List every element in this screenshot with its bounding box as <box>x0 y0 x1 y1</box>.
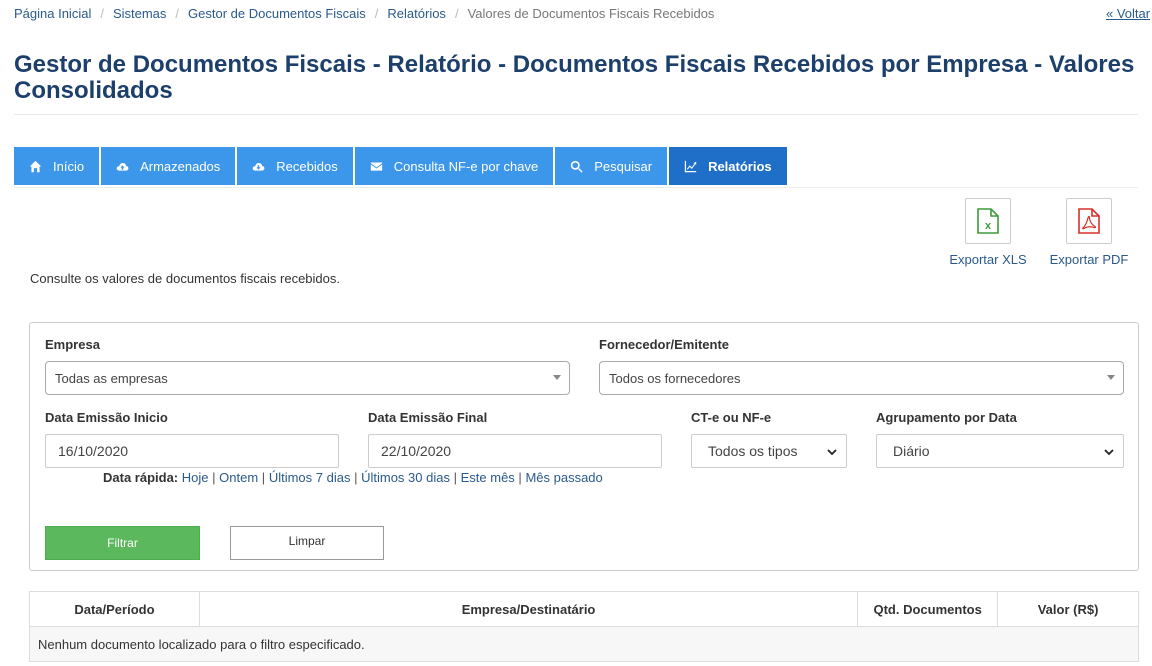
tipo-select-value: Todos os tipos <box>708 443 798 459</box>
export-pdf-label: Exportar PDF <box>1049 252 1129 267</box>
breadcrumb-separator: / <box>374 6 379 21</box>
fornecedor-label: Fornecedor/Emitente <box>599 337 730 352</box>
intro-text: Consulte os valores de documentos fiscai… <box>30 271 340 286</box>
filter-panel: Empresa Todas as empresas Fornecedor/Emi… <box>29 322 1139 571</box>
empresa-select-value: Todas as empresas <box>55 370 168 386</box>
quick-date-separator: | <box>453 470 457 485</box>
data-inicio-input[interactable]: 16/10/2020 <box>45 434 339 468</box>
quick-date-separator: | <box>518 470 522 485</box>
tab-label: Recebidos <box>276 158 338 174</box>
tab-label: Consulta NF-e por chave <box>393 158 539 174</box>
table-header-row: Data/Período Empresa/Destinatário Qtd. D… <box>29 591 1139 627</box>
export-xls-button[interactable]: x Exportar XLS <box>943 198 1033 267</box>
results-table: Data/Período Empresa/Destinatário Qtd. D… <box>29 591 1139 662</box>
export-pdf-button[interactable]: Exportar PDF <box>1044 198 1134 267</box>
data-inicio-label: Data Emissão Inicio <box>45 410 168 425</box>
filter-button[interactable]: Filtrar <box>45 526 200 560</box>
pdf-file-icon <box>1078 208 1100 234</box>
clear-button[interactable]: Limpar <box>230 526 384 560</box>
breadcrumb-sistemas-link[interactable]: Sistemas <box>113 6 166 21</box>
export-xls-box[interactable]: x <box>965 198 1011 244</box>
quick-date-links: Data rápida: Hoje | Ontem | Últimos 7 di… <box>103 470 603 485</box>
quick-date-separator: | <box>261 470 266 485</box>
tab-armazenados[interactable]: Armazenados <box>101 147 236 185</box>
tab-consulta-nfe[interactable]: Consulta NF-e por chave <box>354 147 554 185</box>
breadcrumb-relatorios-link[interactable]: Relatórios <box>387 6 446 21</box>
data-final-input[interactable]: 22/10/2020 <box>368 434 662 468</box>
home-icon <box>29 160 42 172</box>
data-final-value: 22/10/2020 <box>381 443 452 459</box>
column-header-qtd[interactable]: Qtd. Documentos <box>857 591 999 627</box>
export-xls-label: Exportar XLS <box>949 252 1027 267</box>
tab-label: Pesquisar <box>594 158 653 174</box>
breadcrumb-separator: / <box>175 6 180 21</box>
svg-text:x: x <box>985 220 992 232</box>
quick-date-label: Data rápida: <box>103 470 179 485</box>
export-pdf-box[interactable] <box>1066 198 1112 244</box>
chevron-down-icon <box>1104 449 1114 456</box>
chevron-down-icon <box>827 449 837 456</box>
quick-date-mes-passado[interactable]: Mês passado <box>525 470 602 485</box>
envelope-icon <box>370 161 382 171</box>
tab-label: Relatórios <box>708 158 772 174</box>
breadcrumb-gestor-link[interactable]: Gestor de Documentos Fiscais <box>188 6 366 21</box>
quick-date-hoje[interactable]: Hoje <box>182 470 209 485</box>
page-title: Gestor de Documentos Fiscais - Relatório… <box>14 51 1135 104</box>
tipo-label: CT-e ou NF-e <box>691 410 772 425</box>
empty-message: Nenhum documento localizado para o filtr… <box>29 626 1139 662</box>
breadcrumb: Página Inicial / Sistemas / Gestor de Do… <box>14 6 714 21</box>
empresa-select[interactable]: Todas as empresas <box>45 361 570 395</box>
fornecedor-select[interactable]: Todos os fornecedores <box>599 361 1124 395</box>
quick-date-este-mes[interactable]: Este mês <box>461 470 515 485</box>
search-icon <box>571 160 583 173</box>
cloud-download-icon <box>253 162 265 171</box>
chevron-down-icon <box>1107 375 1115 380</box>
nav-tabs: Início Armazenados Recebidos Consulta NF… <box>14 147 789 185</box>
line-chart-icon <box>684 160 697 172</box>
quick-date-30-dias[interactable]: Últimos 30 dias <box>361 470 450 485</box>
quick-date-separator: | <box>354 470 358 485</box>
breadcrumb-separator: / <box>454 6 459 21</box>
quick-date-ontem[interactable]: Ontem <box>219 470 258 485</box>
empresa-label: Empresa <box>45 337 100 352</box>
tab-relatorios[interactable]: Relatórios <box>669 147 787 185</box>
chevron-down-icon <box>553 375 561 380</box>
agrupamento-select-value: Diário <box>893 443 930 459</box>
breadcrumb-separator: / <box>100 6 104 21</box>
column-header-valor[interactable]: Valor (R$) <box>997 591 1139 627</box>
tab-label: Início <box>53 158 85 174</box>
tab-pesquisar[interactable]: Pesquisar <box>555 147 668 185</box>
data-final-label: Data Emissão Final <box>368 410 488 425</box>
title-divider <box>14 114 1138 115</box>
agrupamento-label: Agrupamento por Data <box>876 410 1017 425</box>
column-header-empresa[interactable]: Empresa/Destinatário <box>198 591 859 627</box>
column-header-data[interactable]: Data/Período <box>29 591 200 627</box>
table-row: Nenhum documento localizado para o filtr… <box>29 626 1139 662</box>
tab-recebidos[interactable]: Recebidos <box>237 147 353 185</box>
quick-date-separator: | <box>212 470 216 485</box>
tabs-divider <box>14 187 1138 188</box>
quick-date-7-dias[interactable]: Últimos 7 dias <box>269 470 351 485</box>
breadcrumb-current: Valores de Documentos Fiscais Recebidos <box>467 6 715 21</box>
data-inicio-value: 16/10/2020 <box>58 443 129 459</box>
tab-label: Armazenados <box>140 158 221 174</box>
agrupamento-select[interactable]: Diário <box>876 434 1124 468</box>
breadcrumb-home-link[interactable]: Página Inicial <box>14 6 91 21</box>
cloud-upload-icon <box>116 162 129 171</box>
tipo-select[interactable]: Todos os tipos <box>691 434 847 468</box>
fornecedor-select-value: Todos os fornecedores <box>609 370 741 386</box>
back-link[interactable]: « Voltar <box>1106 6 1150 21</box>
excel-file-icon: x <box>977 208 999 234</box>
tab-inicio[interactable]: Início <box>14 147 100 185</box>
